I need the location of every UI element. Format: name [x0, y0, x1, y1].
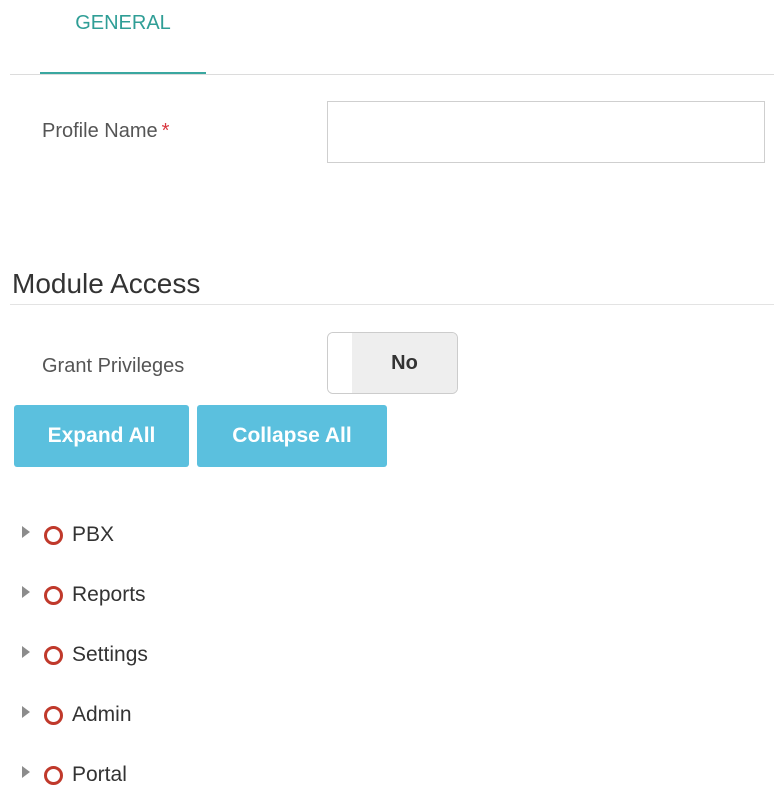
- caret-right-icon[interactable]: [22, 586, 30, 598]
- profile-name-label: Profile Name *: [42, 120, 169, 143]
- grant-privileges-label: Grant Privileges: [42, 355, 185, 377]
- profile-name-label-text: Profile Name: [42, 120, 158, 142]
- caret-right-icon[interactable]: [22, 646, 30, 658]
- grant-privileges-toggle[interactable]: No: [327, 332, 458, 394]
- profile-name-input[interactable]: [327, 101, 765, 163]
- tab-bar: GENERAL: [10, 0, 774, 75]
- section-divider: [10, 304, 774, 305]
- tree-node-label[interactable]: Settings: [72, 643, 148, 667]
- tree-node-settings[interactable]: Settings: [22, 625, 148, 685]
- circle-outline-icon[interactable]: [44, 765, 63, 785]
- caret-right-icon[interactable]: [22, 526, 30, 538]
- tree-node-admin[interactable]: Admin: [22, 685, 148, 745]
- expand-all-button[interactable]: Expand All: [14, 405, 189, 467]
- tree-node-label[interactable]: Reports: [72, 583, 146, 607]
- tree-node-label[interactable]: Admin: [72, 703, 132, 727]
- collapse-all-button[interactable]: Collapse All: [197, 405, 387, 467]
- toggle-state-label: No: [352, 333, 457, 393]
- circle-outline-icon[interactable]: [44, 645, 63, 665]
- tree-node-portal[interactable]: Portal: [22, 745, 148, 790]
- caret-right-icon[interactable]: [22, 706, 30, 718]
- profile-editor: GENERAL Profile Name * Module Access Gran…: [0, 0, 774, 790]
- toggle-knob[interactable]: [328, 333, 353, 393]
- module-access-title: Module Access: [12, 268, 201, 299]
- circle-outline-icon[interactable]: [44, 585, 63, 605]
- tree-node-label[interactable]: PBX: [72, 523, 114, 547]
- tree-node-reports[interactable]: Reports: [22, 565, 148, 625]
- circle-outline-icon[interactable]: [44, 525, 63, 545]
- caret-right-icon[interactable]: [22, 766, 30, 778]
- tree-node-pbx[interactable]: PBX: [22, 505, 148, 565]
- tab-general[interactable]: GENERAL: [40, 0, 206, 74]
- tree-node-label[interactable]: Portal: [72, 763, 127, 787]
- circle-outline-icon[interactable]: [44, 705, 63, 725]
- required-marker: *: [161, 120, 170, 142]
- module-tree: PBX Reports Settings Admin Portal: [22, 505, 148, 790]
